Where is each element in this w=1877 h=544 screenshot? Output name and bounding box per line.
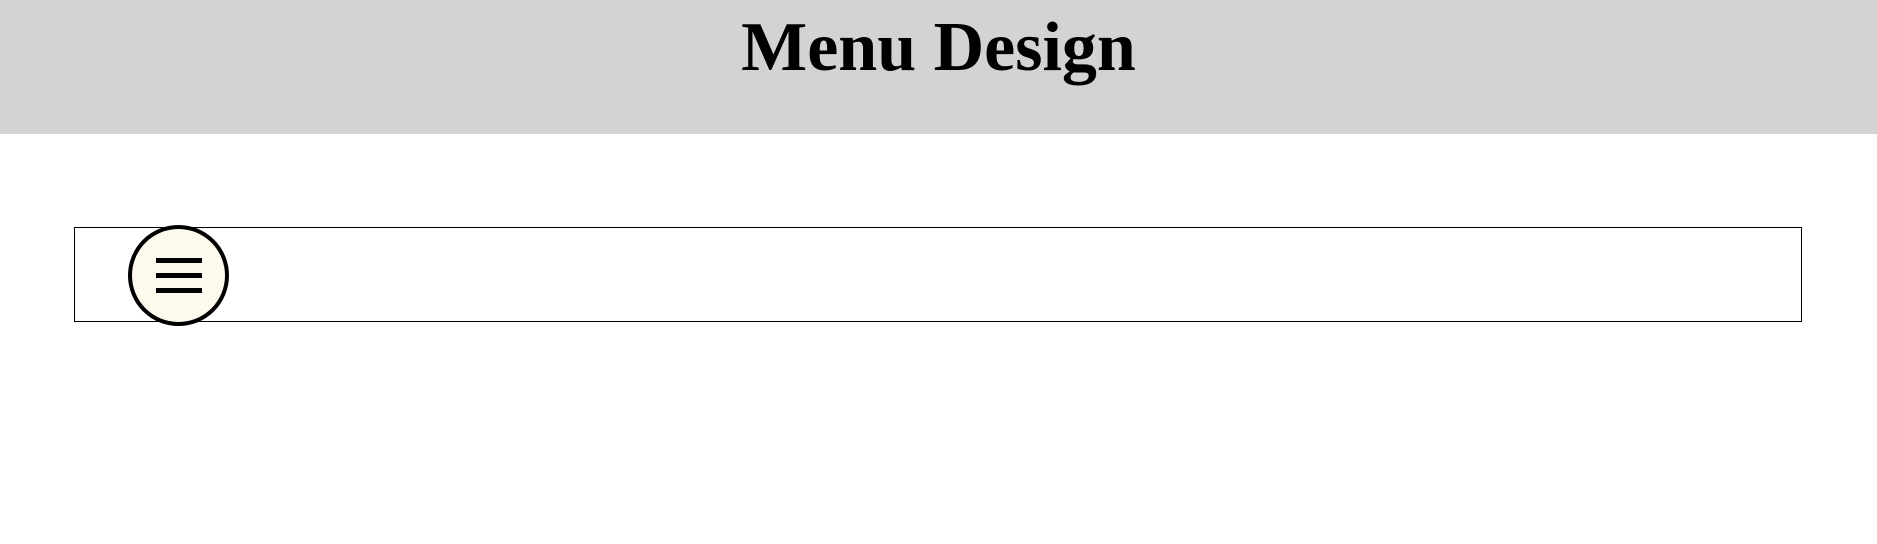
menu-bar [74, 227, 1802, 322]
menu-toggle-button[interactable] [128, 225, 229, 326]
hamburger-menu-icon [155, 257, 202, 294]
page-title: Menu Design [741, 9, 1136, 86]
page-header: Menu Design [0, 0, 1877, 134]
